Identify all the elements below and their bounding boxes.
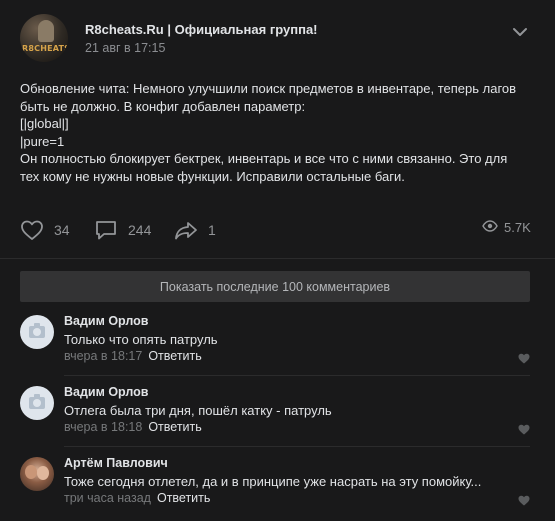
avatar[interactable] [20,457,54,491]
share-icon [174,219,198,241]
post-text-line: быть не должно. В конфиг добавлен параме… [20,98,306,114]
reply-button[interactable]: Ответить [148,349,201,363]
comment-author[interactable]: Вадим Орлов [64,385,148,399]
comment-time[interactable]: три часа назад [64,491,151,505]
post-text-line: Он полностью блокирует бектрек, инвентар… [20,151,508,166]
heart-icon[interactable] [518,351,530,364]
avatar-photo-person [25,465,37,479]
share-button[interactable]: 1 [174,218,216,242]
group-avatar[interactable]: R8CHEATS [20,14,68,62]
post-text-line: |pure=1 [20,133,65,149]
views-counter: 5.7K [482,220,531,235]
heart-icon[interactable] [518,422,530,435]
comment-author[interactable]: Вадим Орлов [64,314,148,328]
comment-icon [94,219,118,241]
avatar-figure [38,20,54,42]
post-divider [0,258,555,259]
post-text-line: [|global|] [20,116,69,131]
comment-meta: вчера в 18:17 Ответить [64,349,202,363]
avatar-photo-person [37,466,49,480]
post-text-line: Обновление чита: Немного улучшили поиск … [20,81,517,96]
like-button[interactable]: 34 [20,218,70,242]
post-date-link[interactable]: 21 авг в 17:15 [85,41,165,55]
views-count: 5.7K [504,220,531,235]
show-more-comments-button[interactable]: Показать последние 100 комментариев [20,271,530,302]
avatar[interactable] [20,315,54,349]
comment-text: Только что опять патруль [64,332,218,347]
comment-button[interactable]: 244 [94,218,151,242]
comment-author[interactable]: Артём Павлович [64,456,168,470]
post-text: Обновление чита: Немного улучшили поиск … [20,80,530,185]
heart-icon[interactable] [518,493,530,506]
eye-icon [482,220,498,235]
comment-time[interactable]: вчера в 18:18 [64,420,142,434]
comment-meta: вчера в 18:18 Ответить [64,420,202,434]
comment-text: Тоже сегодня отлетел, да и в принципе уж… [64,474,482,489]
comment-meta: три часа назад Ответить [64,491,210,505]
comment-count: 244 [128,222,152,238]
heart-icon [20,219,44,241]
avatar[interactable] [20,386,54,420]
comment-divider [64,375,530,376]
camera-icon [29,323,45,338]
comment-time[interactable]: вчера в 18:17 [64,349,142,363]
comment-divider [64,446,530,447]
like-count: 34 [54,222,70,238]
reply-button[interactable]: Ответить [157,491,210,505]
comment-text: Отлега была три дня, пошёл катку - патру… [64,403,332,418]
camera-icon [29,394,45,409]
avatar-logo-text: R8CHEATS [22,44,68,53]
reply-button[interactable]: Ответить [148,420,201,434]
post-text-line: тех кому не нужны новые функции. Исправи… [20,168,405,184]
share-count: 1 [208,222,216,238]
group-name-link[interactable]: R8cheats.Ru | Официальная группа! [85,22,318,37]
chevron-down-icon[interactable] [510,24,530,40]
